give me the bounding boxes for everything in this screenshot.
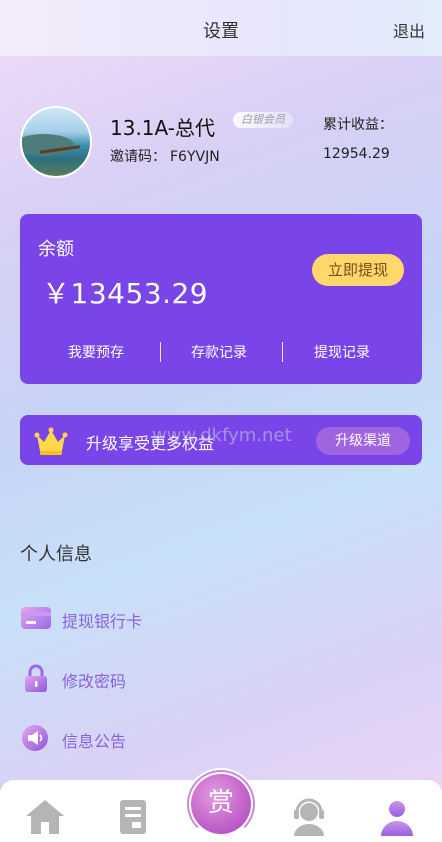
deposit-records-button[interactable]: 存款记录 [191, 342, 247, 362]
megaphone-icon [22, 725, 48, 751]
logout-button[interactable]: 退出 [393, 18, 425, 42]
bank-card-icon [21, 607, 51, 629]
vip-level-badge: 白银会员 [233, 112, 293, 128]
user-nickname: 13.1A-总代 [110, 116, 215, 140]
invite-code-row: 邀请码： F6YVJN [110, 146, 220, 166]
balance-amount: ￥13453.29 [42, 277, 209, 310]
reward-icon: 赏 [191, 774, 251, 834]
balance-label: 余额 [38, 239, 74, 260]
menu-label: 信息公告 [62, 732, 127, 751]
withdraw-now-button[interactable]: 立即提现 [312, 254, 404, 286]
upgrade-text: 升级享受更多权益 [86, 434, 215, 453]
profile-icon[interactable] [376, 796, 418, 838]
menu-announcements[interactable]: 信息公告 [20, 722, 420, 756]
upgrade-channel-button[interactable]: 升级渠道 [316, 427, 410, 455]
menu-bank-card[interactable]: 提现银行卡 [20, 602, 420, 636]
lock-icon [25, 664, 47, 692]
document-icon[interactable] [112, 796, 154, 838]
top-header: 设置 退出 [0, 0, 442, 56]
reward-label: 赏 [207, 788, 234, 818]
total-earnings-value: 12954.29 [323, 146, 390, 162]
vip-level-text: 白银会员 [241, 113, 285, 126]
personal-info-title: 个人信息 [20, 544, 92, 565]
upgrade-banner[interactable]: 升级享受更多权益 升级渠道 [20, 415, 422, 465]
menu-label: 提现银行卡 [62, 612, 143, 631]
divider [160, 342, 161, 362]
balance-card: 余额 ￥13453.29 立即提现 我要预存 存款记录 提现记录 [20, 214, 422, 384]
balance-actions: 我要预存 存款记录 提现记录 [20, 342, 422, 364]
home-icon[interactable] [24, 796, 66, 838]
user-profile: 13.1A-总代 白银会员 邀请码： F6YVJN 累计收益： 12954.29 [20, 106, 430, 182]
reward-tab-button[interactable]: 赏 [185, 768, 257, 840]
customer-service-icon[interactable] [288, 796, 330, 838]
invite-code-value[interactable]: F6YVJN [170, 149, 220, 165]
total-earnings-label: 累计收益： [323, 117, 393, 133]
menu-change-password[interactable]: 修改密码 [20, 662, 420, 696]
withdraw-records-button[interactable]: 提现记录 [314, 342, 370, 362]
page-title: 设置 [203, 21, 239, 42]
avatar[interactable] [20, 106, 92, 178]
divider [282, 342, 283, 362]
crown-icon [34, 427, 68, 455]
deposit-button[interactable]: 我要预存 [68, 342, 124, 362]
invite-code-label: 邀请码： [110, 149, 166, 165]
menu-label: 修改密码 [62, 672, 127, 691]
